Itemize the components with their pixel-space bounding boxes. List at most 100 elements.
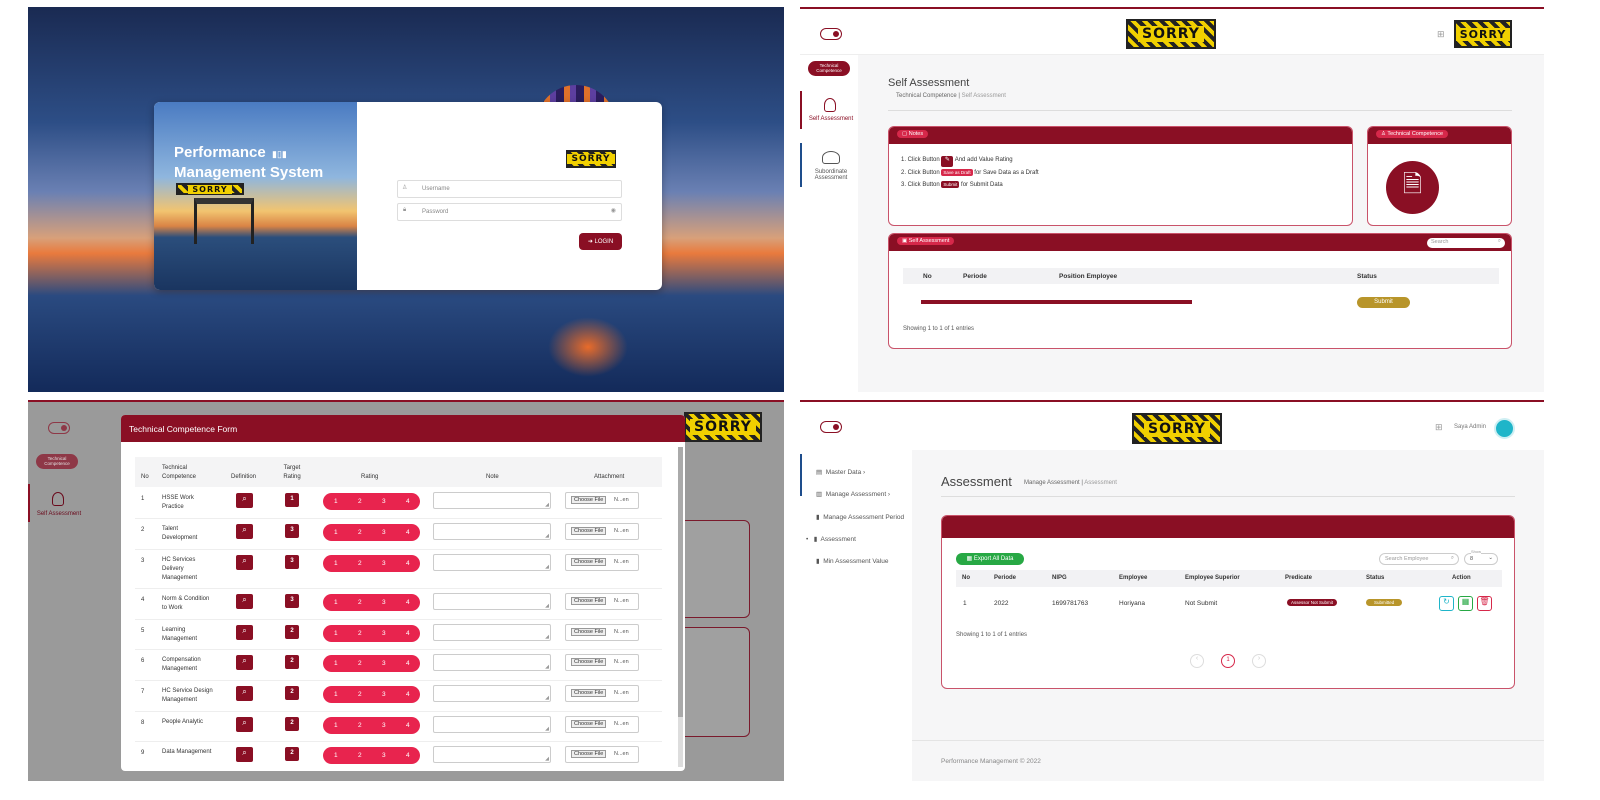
file-input[interactable]: Choose File N...en — [565, 716, 639, 733]
rating-option-1[interactable]: 1 — [334, 529, 338, 536]
rating-option-2[interactable]: 2 — [358, 599, 362, 606]
grid-icon[interactable]: ⊞ — [1437, 29, 1445, 40]
choose-file-button[interactable]: Choose File — [571, 597, 607, 605]
note-textarea[interactable]: ◢ — [433, 593, 551, 610]
note-textarea[interactable]: ◢ — [433, 492, 551, 509]
modal-scrollbar[interactable] — [678, 447, 683, 767]
rating-option-4[interactable]: 4 — [406, 498, 410, 505]
avatar-logo[interactable]: SORRY — [1454, 20, 1512, 48]
choose-file-button[interactable]: Choose File — [571, 720, 607, 728]
rating-option-3[interactable]: 3 — [382, 630, 386, 637]
rating-option-2[interactable]: 2 — [358, 691, 362, 698]
username-field[interactable]: ♙ Username — [397, 180, 622, 198]
definition-search-button[interactable]: ⌕ — [236, 686, 253, 701]
show-select[interactable]: Show 8 ⌄ — [1464, 549, 1498, 565]
rating-option-3[interactable]: 3 — [382, 691, 386, 698]
rating-option-3[interactable]: 3 — [382, 722, 386, 729]
sidebar-badge[interactable]: Technical Competence — [36, 454, 78, 469]
next-page-button[interactable]: › — [1252, 654, 1266, 668]
rating-option-2[interactable]: 2 — [358, 498, 362, 505]
excel-button[interactable]: ▦ — [1458, 596, 1473, 611]
rating-option-1[interactable]: 1 — [334, 560, 338, 567]
rating-option-2[interactable]: 2 — [358, 560, 362, 567]
file-input[interactable]: Choose File N...en — [565, 624, 639, 641]
document-add-icon[interactable]: 🗎︎ — [1386, 161, 1439, 214]
sidebar-badge[interactable]: Technical Competence — [808, 61, 850, 76]
rating-option-1[interactable]: 1 — [334, 722, 338, 729]
rating-option-3[interactable]: 3 — [382, 560, 386, 567]
definition-search-button[interactable]: ⌕ — [236, 493, 253, 508]
file-input[interactable]: Choose File N...en — [565, 654, 639, 671]
status-badge[interactable]: Submit — [1357, 297, 1410, 308]
note-textarea[interactable]: ◢ — [433, 624, 551, 641]
rating-option-2[interactable]: 2 — [358, 630, 362, 637]
choose-file-button[interactable]: Choose File — [571, 527, 607, 535]
choose-file-button[interactable]: Choose File — [571, 628, 607, 636]
definition-search-button[interactable]: ⌕ — [236, 524, 253, 539]
sidebar-item-manage-period[interactable]: ▮ Manage Assessment Period — [816, 513, 904, 521]
rating-option-4[interactable]: 4 — [406, 722, 410, 729]
rating-option-4[interactable]: 4 — [406, 691, 410, 698]
rating-option-1[interactable]: 1 — [334, 498, 338, 505]
rating-option-4[interactable]: 4 — [406, 752, 410, 759]
rating-option-3[interactable]: 3 — [382, 529, 386, 536]
rating-option-1[interactable]: 1 — [334, 752, 338, 759]
user-name[interactable]: Saya Admin — [1454, 424, 1486, 430]
breadcrumb-link[interactable]: Technical Competence — [896, 93, 957, 99]
file-input[interactable]: Choose File N...en — [565, 593, 639, 610]
definition-search-button[interactable]: ⌕ — [236, 625, 253, 640]
login-button[interactable]: ➜ LOGIN — [579, 233, 622, 250]
file-input[interactable]: Choose File N...en — [565, 523, 639, 540]
rating-option-2[interactable]: 2 — [358, 752, 362, 759]
choose-file-button[interactable]: Choose File — [571, 496, 607, 504]
rating-option-4[interactable]: 4 — [406, 529, 410, 536]
note-textarea[interactable]: ◢ — [433, 746, 551, 763]
grid-icon[interactable]: ⊞ — [1435, 422, 1443, 433]
delete-button[interactable]: 🗑︎ — [1477, 596, 1492, 611]
rating-option-4[interactable]: 4 — [406, 660, 410, 667]
rating-option-4[interactable]: 4 — [406, 560, 410, 567]
file-input[interactable]: Choose File N...en — [565, 554, 639, 571]
search-input[interactable]: Search ⌕ — [1427, 238, 1505, 248]
sidebar-item-self-assessment[interactable]: Self Assessment — [28, 484, 86, 522]
avatar[interactable] — [1494, 418, 1515, 439]
note-textarea[interactable]: ◢ — [433, 685, 551, 702]
choose-file-button[interactable]: Choose File — [571, 558, 607, 566]
sidebar-toggle[interactable] — [820, 421, 842, 433]
rating-option-1[interactable]: 1 — [334, 660, 338, 667]
note-textarea[interactable]: ◢ — [433, 716, 551, 733]
note-textarea[interactable]: ◢ — [433, 523, 551, 540]
note-textarea[interactable]: ◢ — [433, 654, 551, 671]
rating-option-4[interactable]: 4 — [406, 599, 410, 606]
export-button[interactable]: ▦ Export All Data — [956, 553, 1024, 565]
file-input[interactable]: Choose File N...en — [565, 746, 639, 763]
choose-file-button[interactable]: Choose File — [571, 750, 607, 758]
file-input[interactable]: Choose File N...en — [565, 492, 639, 509]
rating-option-1[interactable]: 1 — [334, 630, 338, 637]
rating-option-2[interactable]: 2 — [358, 529, 362, 536]
rating-option-2[interactable]: 2 — [358, 722, 362, 729]
refresh-button[interactable]: ↻ — [1439, 596, 1454, 611]
sidebar-item-master-data[interactable]: ▤ Master Data › — [816, 468, 865, 476]
breadcrumb-link[interactable]: Manage Assessment — [1024, 480, 1080, 486]
sidebar-item-self-assessment[interactable]: Self Assessment — [800, 91, 858, 129]
page-button-1[interactable]: 1 — [1221, 654, 1235, 668]
sidebar-toggle[interactable] — [820, 28, 842, 40]
rating-option-3[interactable]: 3 — [382, 752, 386, 759]
rating-option-3[interactable]: 3 — [382, 660, 386, 667]
eye-icon[interactable]: ◉ — [611, 207, 616, 214]
rating-option-1[interactable]: 1 — [334, 691, 338, 698]
rating-option-2[interactable]: 2 — [358, 660, 362, 667]
rating-option-1[interactable]: 1 — [334, 599, 338, 606]
sidebar-item-manage-assessment[interactable]: ▥ Manage Assessment › — [816, 490, 890, 498]
definition-search-button[interactable]: ⌕ — [236, 555, 253, 570]
rating-option-3[interactable]: 3 — [382, 498, 386, 505]
note-textarea[interactable]: ◢ — [433, 554, 551, 571]
rating-option-3[interactable]: 3 — [382, 599, 386, 606]
definition-search-button[interactable]: ⌕ — [236, 747, 253, 762]
rating-option-4[interactable]: 4 — [406, 630, 410, 637]
definition-search-button[interactable]: ⌕ — [236, 655, 253, 670]
choose-file-button[interactable]: Choose File — [571, 689, 607, 697]
definition-search-button[interactable]: ⌕ — [236, 717, 253, 732]
search-employee-input[interactable]: Search Employee ⌕ — [1379, 553, 1459, 565]
